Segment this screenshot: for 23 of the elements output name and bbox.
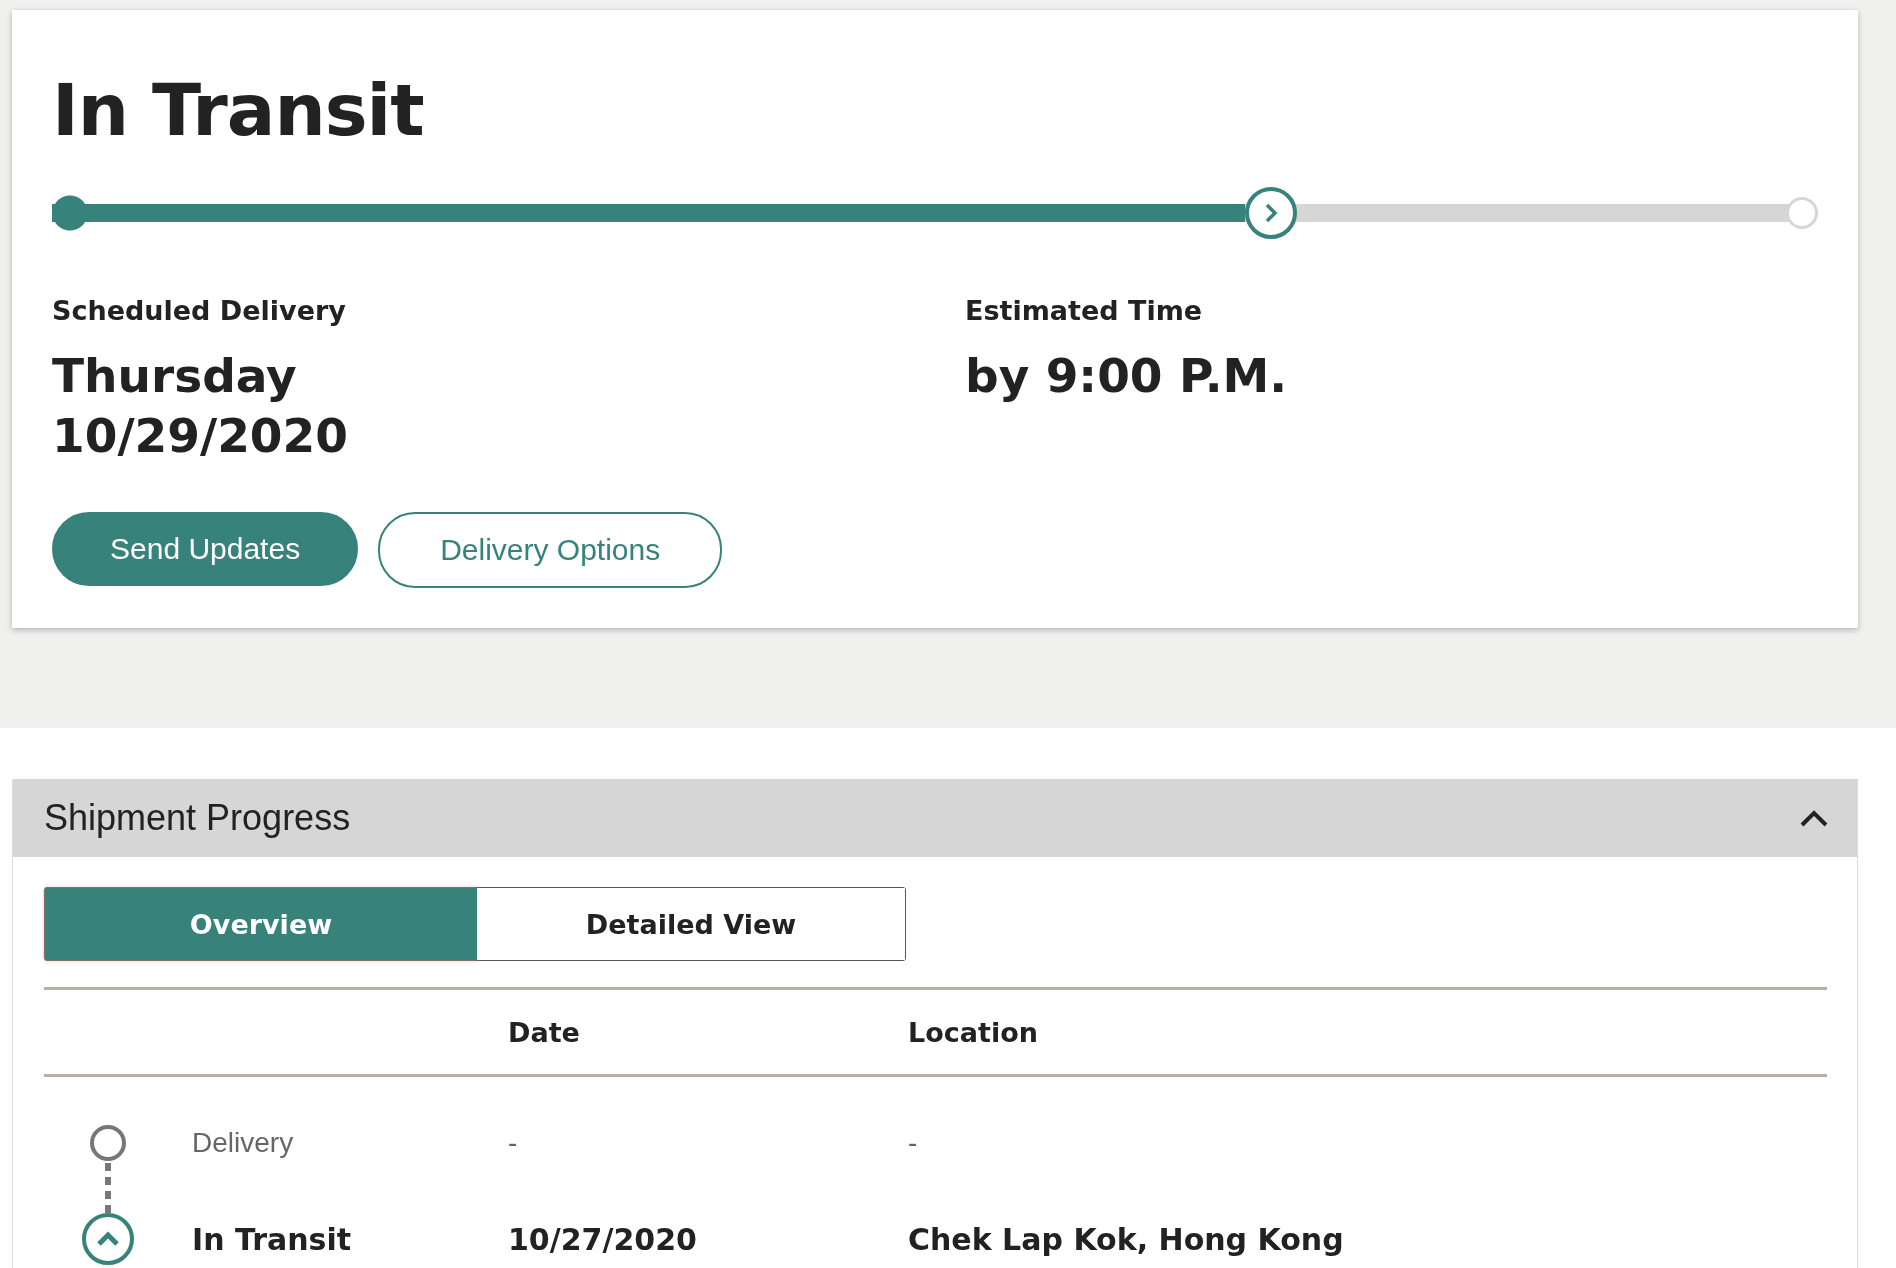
event-location: Chek Lap Kok, Hong Kong bbox=[908, 1221, 1344, 1257]
field-label: Estimated Time bbox=[965, 295, 1204, 326]
column-header: Location bbox=[908, 1016, 1038, 1048]
column-header: Date bbox=[508, 1016, 580, 1048]
delivery-options-button[interactable]: Delivery Options bbox=[378, 512, 723, 588]
chevron-up-icon[interactable] bbox=[1799, 808, 1829, 828]
field-value: Thursday bbox=[52, 347, 298, 405]
field-value: 10/29/2020 bbox=[52, 407, 349, 465]
send-updates-button[interactable]: Send Updates bbox=[52, 512, 359, 586]
field-label: Scheduled Delivery bbox=[52, 295, 347, 326]
event-date: - bbox=[508, 1127, 518, 1158]
status-title: In Transit bbox=[52, 74, 425, 146]
end-circle-icon bbox=[1786, 197, 1818, 229]
event-name: Delivery bbox=[192, 1127, 294, 1159]
section-title: Shipment Progress bbox=[44, 797, 351, 839]
field-value: by 9:00 P.M. bbox=[965, 347, 1289, 405]
open-circle-icon bbox=[88, 1123, 128, 1163]
section-header[interactable]: Shipment Progress bbox=[13, 779, 1857, 857]
event-name: In Transit bbox=[192, 1221, 351, 1257]
chevron-right-icon bbox=[1244, 187, 1297, 239]
event-location: - bbox=[908, 1127, 918, 1158]
event-date: 10/27/2020 bbox=[508, 1221, 697, 1257]
view-tab[interactable]: Overview bbox=[45, 888, 477, 960]
